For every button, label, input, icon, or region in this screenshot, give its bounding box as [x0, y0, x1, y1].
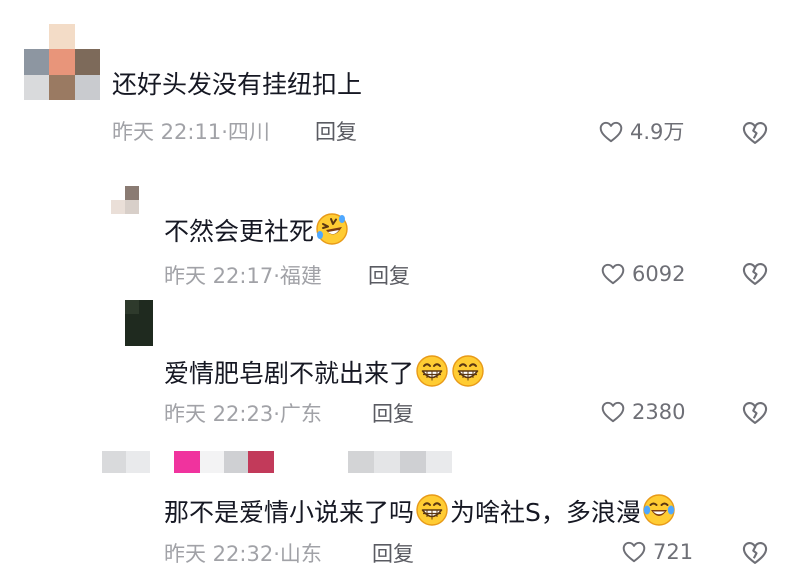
- comment-text: 不然会更社死: [164, 212, 350, 249]
- heart-outline-icon: [621, 539, 647, 565]
- reply-button[interactable]: 回复: [315, 118, 357, 146]
- comment-text: 那不是爱情小说来了吗 为啥社S，多浪漫: [164, 493, 677, 530]
- grin-emoji: [451, 354, 485, 388]
- comment-item: 爱情肥皂剧不就出来了 昨天 22:23·广东 回复 2380: [0, 300, 800, 440]
- heart-outline-icon: [600, 399, 626, 425]
- like-button[interactable]: 2380: [600, 398, 685, 426]
- like-button[interactable]: 4.9万: [598, 118, 684, 146]
- meta-separator: ·: [273, 402, 280, 426]
- username-obscured[interactable]: [168, 176, 308, 198]
- comment-item: 那不是爱情小说来了吗 为啥社S，多浪漫 昨天 22:32·山东 回复 721: [0, 440, 800, 579]
- comment-text-part: 那不是爱情小说来了吗: [164, 498, 415, 527]
- meta-separator: ·: [221, 120, 228, 144]
- like-count: 6092: [632, 262, 686, 286]
- grin-emoji: [415, 493, 449, 527]
- username-obscured[interactable]: [168, 324, 448, 346]
- broken-heart-icon[interactable]: [741, 260, 769, 288]
- grin-emoji: [415, 354, 449, 388]
- comment-item: 不然会更社死 昨天 22:17·福建 回复 6092: [0, 160, 800, 300]
- username-obscured[interactable]: [112, 32, 232, 54]
- comment-time: 昨天 22:32: [164, 542, 274, 566]
- reply-button[interactable]: 回复: [368, 262, 410, 290]
- comment-time: 昨天 22:23: [164, 402, 274, 426]
- broken-heart-icon[interactable]: [741, 399, 769, 427]
- comment-location: 福建: [279, 264, 322, 288]
- reply-button[interactable]: 回复: [372, 540, 414, 568]
- comment-meta: 昨天 22:32·山东: [164, 540, 322, 568]
- comment-meta: 昨天 22:17·福建: [164, 262, 322, 290]
- comment-text-part: 为啥社S，多浪漫: [450, 498, 641, 527]
- heart-outline-icon: [600, 261, 626, 287]
- comment-time: 昨天 22:17: [164, 264, 274, 288]
- comment-item: 还好头发没有挂纽扣上 昨天 22:11·四川 回复 4.9万: [0, 0, 800, 160]
- meta-separator: ·: [273, 542, 280, 566]
- like-count: 4.9万: [630, 120, 685, 144]
- like-count: 721: [653, 540, 694, 564]
- avatar[interactable]: [24, 24, 100, 100]
- username-obscured[interactable]: [102, 451, 452, 473]
- comment-location: 山东: [279, 542, 322, 566]
- avatar[interactable]: [111, 172, 153, 214]
- comment-text-content: 不然会更社死: [164, 217, 315, 246]
- comment-location: 四川: [227, 120, 270, 144]
- reply-button[interactable]: 回复: [372, 400, 414, 428]
- broken-heart-icon[interactable]: [741, 119, 769, 147]
- comment-time: 昨天 22:11: [112, 120, 222, 144]
- comment-text-content: 爱情肥皂剧不就出来了: [164, 359, 415, 388]
- avatar[interactable]: [111, 300, 153, 346]
- comment-text: 爱情肥皂剧不就出来了: [164, 354, 486, 391]
- like-button[interactable]: 6092: [600, 260, 685, 288]
- comment-meta: 昨天 22:23·广东: [164, 400, 322, 428]
- broken-heart-icon[interactable]: [741, 539, 769, 567]
- tears-of-joy-emoji: [642, 493, 676, 527]
- comment-text: 还好头发没有挂纽扣上: [112, 70, 363, 99]
- rofl-emoji: [315, 212, 349, 246]
- heart-outline-icon: [598, 119, 624, 145]
- comment-location: 广东: [279, 402, 322, 426]
- like-button[interactable]: 721: [621, 538, 693, 566]
- meta-separator: ·: [273, 264, 280, 288]
- comment-meta: 昨天 22:11·四川: [112, 118, 270, 146]
- like-count: 2380: [632, 400, 686, 424]
